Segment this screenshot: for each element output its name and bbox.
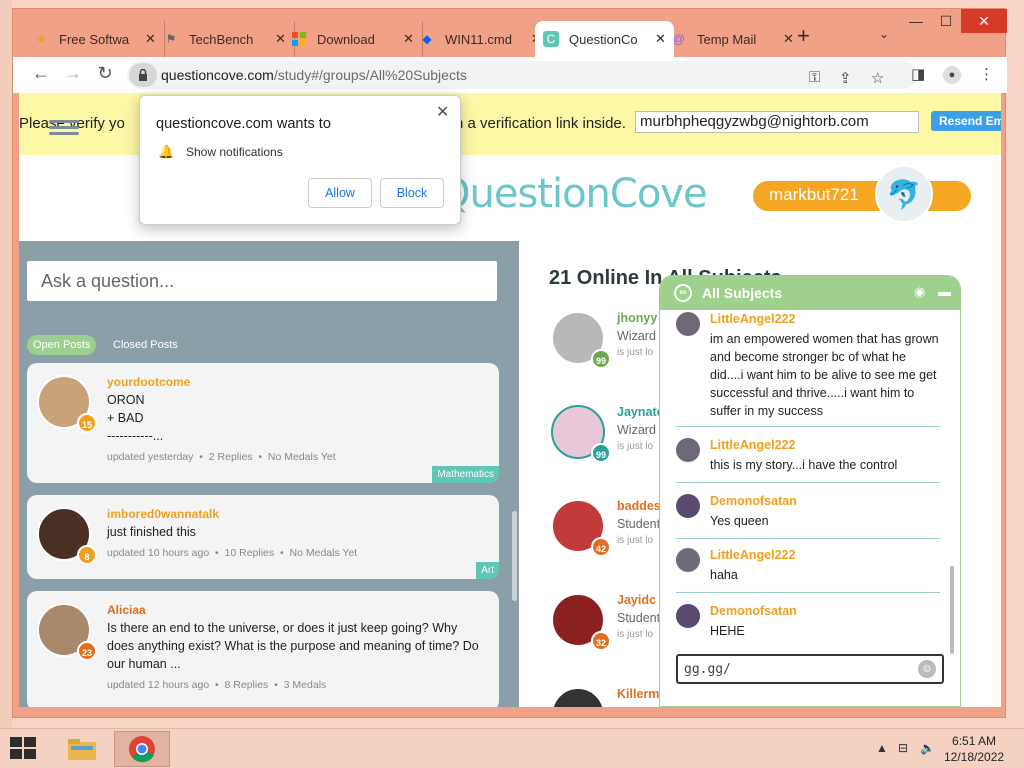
volume-icon[interactable]: 🔈 bbox=[920, 741, 935, 755]
avatar bbox=[676, 604, 700, 628]
avatar bbox=[676, 312, 700, 336]
site-logo[interactable]: QuestionCove bbox=[439, 171, 708, 217]
bell-icon: 🔔 bbox=[158, 144, 175, 159]
tab-questioncove[interactable]: C QuestionCo ✕ bbox=[535, 21, 674, 57]
infinity-icon: ∞ bbox=[674, 284, 692, 302]
list-item[interactable]: 8 imbored0wannatalk just finished this u… bbox=[27, 495, 499, 579]
clock[interactable]: 6:51 AM 12/18/2022 bbox=[944, 733, 1004, 765]
share-icon[interactable]: ⇪ bbox=[839, 69, 852, 87]
list-item[interactable]: 15 yourdootcome ORON + BAD -----------..… bbox=[27, 363, 499, 483]
tray-chevron-icon[interactable]: ▲ bbox=[876, 741, 888, 755]
email-field[interactable]: murbhpheqgyzwbg@nightorb.com bbox=[635, 111, 919, 133]
star-icon: ★ bbox=[35, 32, 47, 46]
tab-win11-cmd[interactable]: ◆ WIN11.cmd ✕ bbox=[411, 21, 550, 57]
chat-panel: ∞ All Subjects ◉ ▬ LittleAngel222 im an … bbox=[659, 275, 961, 707]
chat-scrollbar[interactable] bbox=[950, 566, 954, 654]
avatar bbox=[551, 687, 605, 707]
avatar bbox=[676, 548, 700, 572]
back-button[interactable]: ← bbox=[29, 63, 53, 84]
profile-icon[interactable]: ● bbox=[943, 66, 961, 84]
browser-window: ★ Free Softwa ✕ ⚑ TechBench ✕ Download ✕… bbox=[12, 8, 1007, 718]
notification-permission-popup: questioncove.com wants to ✕ 🔔 Show notif… bbox=[139, 95, 461, 225]
resend-email-button[interactable]: Resend Em bbox=[931, 111, 1001, 131]
minimize-button[interactable]: — bbox=[901, 13, 931, 29]
close-icon[interactable]: ✕ bbox=[436, 102, 449, 122]
tab-strip: ★ Free Softwa ✕ ⚑ TechBench ✕ Download ✕… bbox=[13, 9, 1007, 57]
address-bar[interactable]: questioncove.com/study#/groups/All%20Sub… bbox=[127, 61, 917, 89]
tab-closed-posts[interactable]: Closed Posts bbox=[107, 335, 184, 355]
chrome-icon[interactable] bbox=[114, 731, 170, 767]
tab-temp-mail[interactable]: @ Temp Mail ✕ bbox=[663, 21, 802, 57]
questioncove-icon: C bbox=[543, 31, 559, 47]
list-item[interactable]: 23 Aliciaa Is there an end to the univer… bbox=[27, 591, 499, 707]
forward-button[interactable]: → bbox=[61, 63, 85, 84]
user-menu-button[interactable]: markbut721 bbox=[753, 181, 971, 211]
emoji-icon[interactable]: ☺ bbox=[918, 660, 936, 678]
network-icon[interactable]: ⊟ bbox=[898, 741, 908, 755]
desktop-background bbox=[0, 0, 12, 728]
url-text[interactable]: questioncove.com/study#/groups/All%20Sub… bbox=[161, 67, 467, 83]
file-explorer-icon[interactable] bbox=[54, 731, 110, 767]
windows-icon: ⚑ bbox=[165, 32, 177, 46]
bookmark-star-icon[interactable]: ☆ bbox=[871, 69, 884, 87]
chat-input[interactable]: gg.gg/ ☺ bbox=[676, 654, 944, 684]
tab-techbench[interactable]: ⚑ TechBench ✕ bbox=[155, 21, 295, 57]
microsoft-icon bbox=[291, 31, 307, 47]
subject-tag[interactable]: Mathematics bbox=[432, 466, 499, 483]
menu-dots-icon[interactable]: ⋮ bbox=[979, 65, 994, 83]
chat-header[interactable]: ∞ All Subjects ◉ ▬ bbox=[660, 276, 960, 310]
browser-toolbar: ← → ↻ questioncove.com/study#/groups/All… bbox=[13, 57, 1007, 93]
hamburger-menu-icon[interactable] bbox=[49, 117, 79, 143]
tab-open-posts[interactable]: Open Posts bbox=[27, 335, 97, 355]
avatar[interactable]: 🐬 bbox=[875, 165, 933, 223]
posts-scrollbar[interactable] bbox=[512, 511, 517, 601]
minimize-chat-icon[interactable]: ▬ bbox=[938, 284, 951, 299]
hide-eye-icon[interactable]: ◉ bbox=[914, 284, 925, 300]
start-button[interactable] bbox=[10, 737, 38, 761]
at-icon: @ bbox=[672, 32, 686, 46]
lock-icon[interactable] bbox=[129, 63, 157, 87]
tab-search-chevron-icon[interactable]: ⌄ bbox=[879, 27, 889, 41]
close-window-button[interactable]: ✕ bbox=[961, 9, 1007, 33]
dropbox-icon: ◆ bbox=[422, 32, 432, 46]
close-tab-icon[interactable]: ✕ bbox=[783, 31, 794, 47]
block-button[interactable]: Block bbox=[380, 178, 444, 208]
posts-column: Ask a question... Open Posts Closed Post… bbox=[19, 241, 519, 707]
tab-download[interactable]: Download ✕ bbox=[283, 21, 423, 57]
taskbar: ▲ ⊟ 🔈 6:51 AM 12/18/2022 bbox=[0, 728, 1024, 768]
allow-button[interactable]: Allow bbox=[308, 178, 372, 208]
subject-tag[interactable]: Art bbox=[476, 562, 499, 579]
tab-free-software[interactable]: ★ Free Softwa ✕ bbox=[25, 21, 165, 57]
avatar bbox=[676, 438, 700, 462]
reload-button[interactable]: ↻ bbox=[93, 63, 117, 84]
key-icon[interactable]: ⚿ bbox=[809, 69, 820, 86]
new-tab-button[interactable]: + bbox=[797, 23, 810, 49]
maximize-button[interactable]: ☐ bbox=[931, 13, 961, 30]
side-panel-icon[interactable]: ◨ bbox=[911, 65, 925, 83]
avatar bbox=[676, 494, 700, 518]
ask-question-input[interactable]: Ask a question... bbox=[27, 261, 497, 301]
